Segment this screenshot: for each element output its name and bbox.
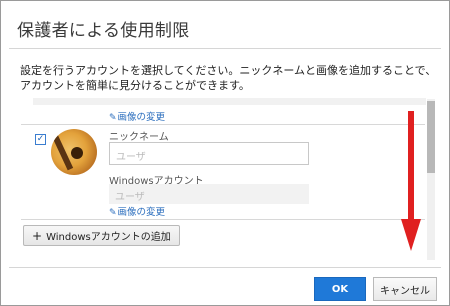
dialog-description: 設定を行うアカウントを選択してください。ニックネームと画像を追加することで、アカ… [20, 64, 437, 92]
change-image-link[interactable]: ✎画像の変更 [109, 204, 165, 218]
ok-button[interactable]: OK [314, 277, 366, 301]
account-avatar [51, 129, 97, 175]
row-divider [21, 124, 425, 125]
change-image-label: 画像の変更 [117, 207, 166, 218]
plus-icon: + [32, 228, 43, 243]
nickname-label: ニックネーム [109, 132, 169, 143]
guitar-sound-hole [71, 147, 83, 159]
parental-controls-dialog: 保護者による使用制限 設定を行うアカウントを選択してください。ニックネームと画像… [0, 0, 450, 306]
title-divider [9, 48, 441, 49]
pencil-icon: ✎ [109, 208, 117, 218]
change-image-link-previous[interactable]: ✎画像の変更 [109, 109, 165, 123]
add-windows-account-label: Windowsアカウントの追加 [46, 232, 171, 243]
nickname-input[interactable]: ユーザ [109, 142, 309, 165]
dialog-title: 保護者による使用制限 [17, 21, 190, 41]
pencil-icon: ✎ [109, 113, 117, 123]
previous-account-row [33, 98, 426, 105]
check-icon: ✓ [36, 134, 45, 144]
list-scrollbar[interactable] [427, 99, 435, 260]
row-divider [21, 219, 425, 220]
account-list: ✎画像の変更 ✓ ニックネーム ユーザ Windowsアカウント ユーザ ✎画像… [19, 98, 437, 261]
scroll-down-arrow-annotation [401, 111, 421, 251]
windows-account-value: ユーザ [109, 184, 309, 204]
guitar-neck [51, 131, 74, 171]
change-image-label: 画像の変更 [117, 112, 166, 123]
cancel-button[interactable]: キャンセル [373, 277, 437, 301]
scrollbar-thumb[interactable] [427, 101, 435, 173]
footer-divider [9, 267, 441, 268]
account-checkbox[interactable]: ✓ [35, 134, 46, 145]
add-windows-account-button[interactable]: + Windowsアカウントの追加 [23, 225, 180, 246]
